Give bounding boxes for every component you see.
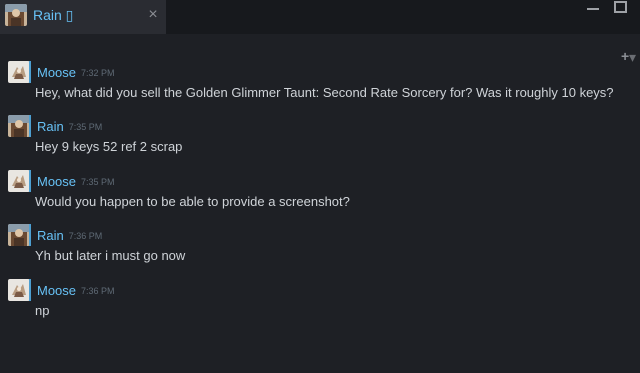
- title-bar: Rain ▯ ×: [0, 0, 640, 34]
- message-timestamp: 7:35 PM: [81, 177, 115, 187]
- message-sender[interactable]: Rain 7:36 PM: [37, 228, 102, 243]
- message-sender[interactable]: Rain 7:35 PM: [37, 119, 102, 134]
- message-sender[interactable]: Moose 7:32 PM: [37, 65, 115, 80]
- message-text: Yh but later i must go now: [35, 248, 186, 263]
- message-text: Would you happen to be able to provide a…: [35, 194, 350, 209]
- message-sender[interactable]: Moose 7:36 PM: [37, 283, 115, 298]
- tab-title: Rain ▯: [33, 7, 74, 23]
- moose-avatar[interactable]: [8, 279, 30, 301]
- avatar-status-bar: [29, 170, 31, 192]
- message-timestamp: 7:35 PM: [68, 122, 103, 132]
- avatar-status-bar: [29, 115, 31, 137]
- avatar-status-bar: [29, 279, 31, 301]
- rain-avatar[interactable]: [8, 224, 30, 246]
- message-timestamp: 7:36 PM: [81, 286, 115, 296]
- moose-avatar[interactable]: [8, 170, 30, 192]
- chat-log: Moose 7:32 PM Hey, what did you sell the …: [0, 34, 640, 373]
- minimize-icon[interactable]: [586, 2, 600, 14]
- message-sender[interactable]: Moose 7:35 PM: [37, 174, 115, 189]
- rain-avatar: [5, 4, 27, 26]
- chat-tab-rain[interactable]: Rain ▯ ×: [0, 0, 166, 32]
- message-text: Hey 9 keys 52 ref 2 scrap: [35, 139, 183, 154]
- message-timestamp: 7:32 PM: [81, 68, 115, 78]
- close-icon[interactable]: ×: [146, 6, 160, 24]
- avatar-status-bar: [29, 224, 31, 246]
- maximize-icon[interactable]: [614, 1, 627, 13]
- moose-avatar[interactable]: [8, 61, 30, 83]
- avatar-status-bar: [29, 61, 31, 83]
- message-text: Hey, what did you sell the Golden Glimme…: [35, 85, 614, 100]
- message-text: np: [35, 303, 50, 318]
- message-timestamp: 7:36 PM: [68, 231, 103, 241]
- rain-avatar[interactable]: [8, 115, 30, 137]
